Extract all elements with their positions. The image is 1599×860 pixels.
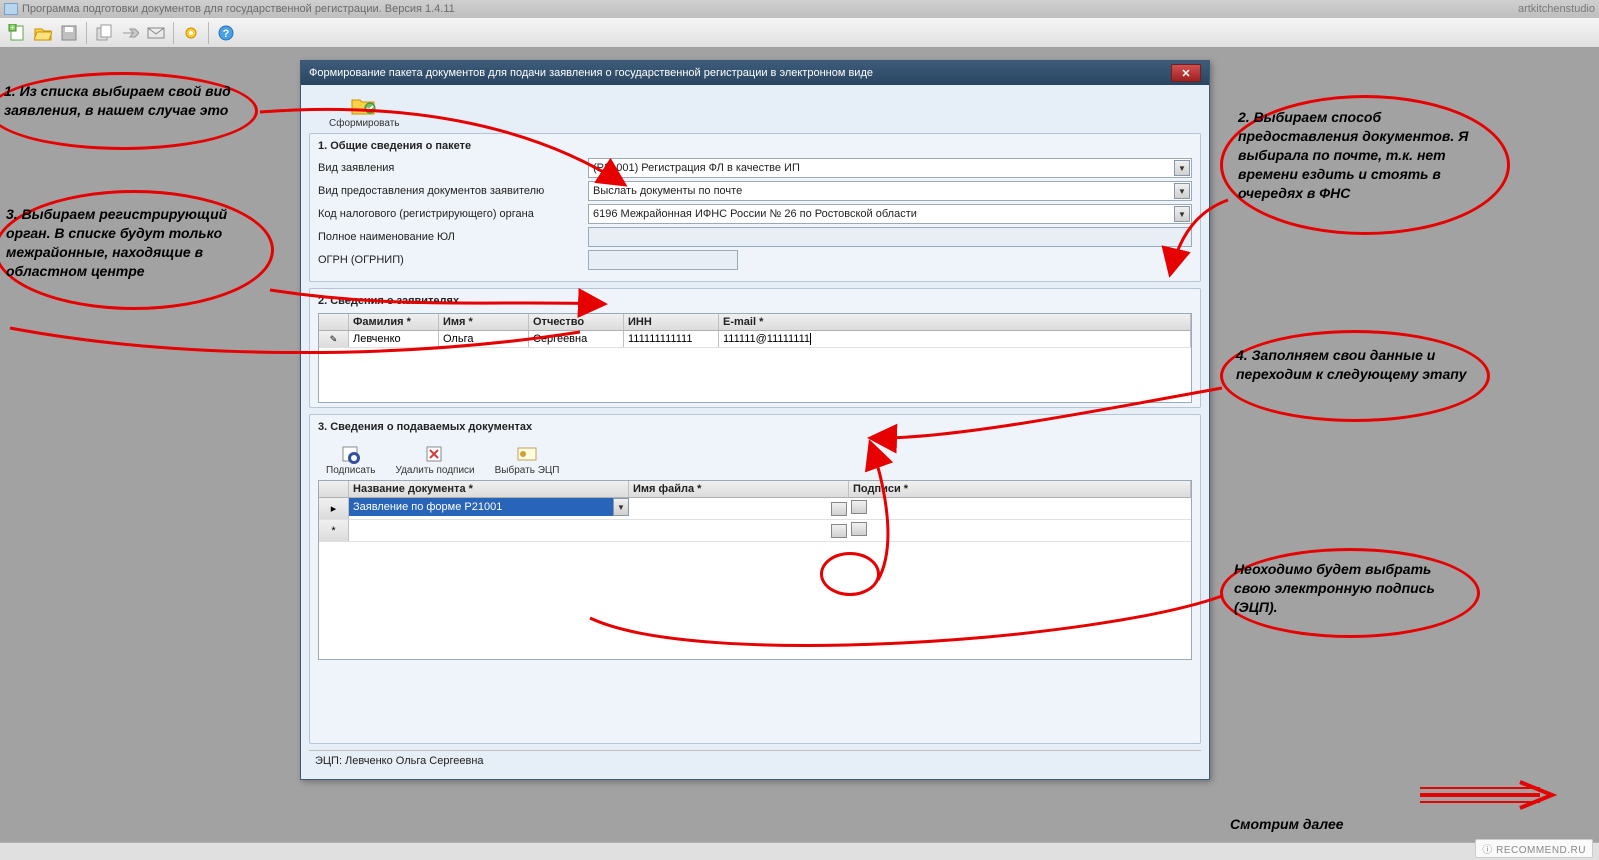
full-name-field — [588, 227, 1192, 247]
dialog-title: Формирование пакета документов для подач… — [309, 67, 873, 79]
app-title: Программа подготовки документов для госу… — [22, 3, 455, 15]
annotation-1: 1. Из списка выбираем свой вид заявления… — [4, 82, 244, 120]
ecp-status: ЭЦП: Левченко Ольга Сергеевна — [315, 755, 484, 767]
forward-icon[interactable] — [119, 22, 141, 44]
field-label-delivery-type: Вид предоставления документов заявителю — [318, 185, 588, 197]
delete-sign-icon — [423, 443, 447, 465]
dialog-titlebar[interactable]: Формирование пакета документов для подач… — [301, 61, 1209, 85]
chevron-down-icon[interactable]: ▼ — [1174, 206, 1190, 222]
mail-icon[interactable] — [145, 22, 167, 44]
file-button[interactable] — [831, 524, 847, 538]
file-button[interactable] — [831, 502, 847, 516]
app-titlebar: Программа подготовки документов для госу… — [0, 0, 1599, 18]
documents-grid[interactable]: Название документа * Имя файла * Подписи… — [318, 480, 1192, 660]
section-1-title: 1. Общие сведения о пакете — [318, 140, 1192, 152]
field-label-tax-office: Код налогового (регистрирующего) органа — [318, 208, 588, 220]
chevron-down-icon[interactable]: ▼ — [1174, 183, 1190, 199]
col-patronymic: Отчество — [529, 314, 624, 330]
form-button[interactable]: Сформировать — [329, 92, 400, 129]
section-2-title: 2. Сведения о заявителях — [318, 295, 1192, 307]
annotation-ellipse-ecp — [820, 552, 880, 596]
tax-office-dropdown[interactable]: 6196 Межрайонная ИФНС России № 26 по Рос… — [588, 204, 1192, 224]
annotation-2: 2. Выбираем способ предоставления докуме… — [1238, 108, 1494, 202]
application-type-dropdown[interactable]: (Р21001) Регистрация ФЛ в качестве ИП ▼ — [588, 158, 1192, 178]
applicant-row[interactable]: ✎ Левченко Ольга Сергеевна 111111111111 … — [319, 331, 1191, 348]
form-folder-icon — [350, 92, 378, 116]
ogrn-field — [588, 250, 738, 270]
col-firstname: Имя * — [439, 314, 529, 330]
monitor-icon — [4, 3, 18, 15]
copy-icon[interactable] — [93, 22, 115, 44]
status-bar: ЭЦП: Левченко Ольга Сергеевна — [309, 750, 1201, 771]
dialog-toolbar: Сформировать — [309, 89, 1201, 133]
remove-signatures-button[interactable]: Удалить подписи — [396, 443, 475, 476]
dialog-window: Формирование пакета документов для подач… — [300, 60, 1210, 780]
annotation-6: Смотрим далее — [1230, 815, 1344, 834]
main-toolbar: + ? — [0, 18, 1599, 48]
section-2: 2. Сведения о заявителях Фамилия * Имя *… — [309, 288, 1201, 408]
annotation-3: 3. Выбираем регистрирующий орган. В спис… — [6, 205, 266, 281]
svg-text:+: + — [10, 24, 15, 32]
signature-button[interactable] — [851, 500, 867, 514]
help-icon[interactable]: ? — [215, 22, 237, 44]
section-3-title: 3. Сведения о подаваемых документах — [318, 421, 1192, 433]
col-file-name: Имя файла * — [629, 481, 849, 497]
annotation-4: 4. Заполняем свои данные и переходим к с… — [1236, 346, 1476, 384]
chevron-down-icon[interactable]: ▼ — [1174, 160, 1190, 176]
document-row-new[interactable]: * — [319, 520, 1191, 542]
field-label-full-name: Полное наименование ЮЛ — [318, 231, 588, 243]
gear-icon[interactable] — [180, 22, 202, 44]
field-label-application-type: Вид заявления — [318, 162, 588, 174]
watermark: ⓘ RECOMMEND.RU — [1475, 839, 1593, 858]
col-email: E-mail * — [719, 314, 1191, 330]
annotation-5: Неоходимо будет выбрать свою электронную… — [1234, 560, 1470, 617]
col-signatures: Подписи * — [849, 481, 1191, 497]
delivery-type-dropdown[interactable]: Выслать документы по почте ▼ — [588, 181, 1192, 201]
certificate-icon — [515, 443, 539, 465]
col-doc-name: Название документа * — [349, 481, 629, 497]
seal-icon — [339, 443, 363, 465]
chevron-down-icon[interactable]: ▼ — [613, 498, 629, 516]
top-right-label: artkitchenstudio — [1518, 3, 1595, 15]
select-ecp-button[interactable]: Выбрать ЭЦП — [495, 443, 560, 476]
sign-button[interactable]: Подписать — [326, 443, 376, 476]
applicants-grid[interactable]: Фамилия * Имя * Отчество ИНН E-mail * ✎ … — [318, 313, 1192, 403]
signature-button[interactable] — [851, 522, 867, 536]
save-icon[interactable] — [58, 22, 80, 44]
section-3: 3. Сведения о подаваемых документах Подп… — [309, 414, 1201, 744]
section-1: 1. Общие сведения о пакете Вид заявления… — [309, 133, 1201, 282]
svg-text:?: ? — [223, 28, 230, 40]
new-file-icon[interactable]: + — [6, 22, 28, 44]
open-folder-icon[interactable] — [32, 22, 54, 44]
col-lastname: Фамилия * — [349, 314, 439, 330]
close-button[interactable]: ✕ — [1171, 64, 1201, 82]
form-button-label: Сформировать — [329, 118, 400, 129]
document-row[interactable]: ▸ Заявление по форме Р21001▼ — [319, 498, 1191, 520]
footer-scrollbar[interactable] — [0, 842, 1599, 860]
col-inn: ИНН — [624, 314, 719, 330]
field-label-ogrn: ОГРН (ОГРНИП) — [318, 254, 588, 266]
